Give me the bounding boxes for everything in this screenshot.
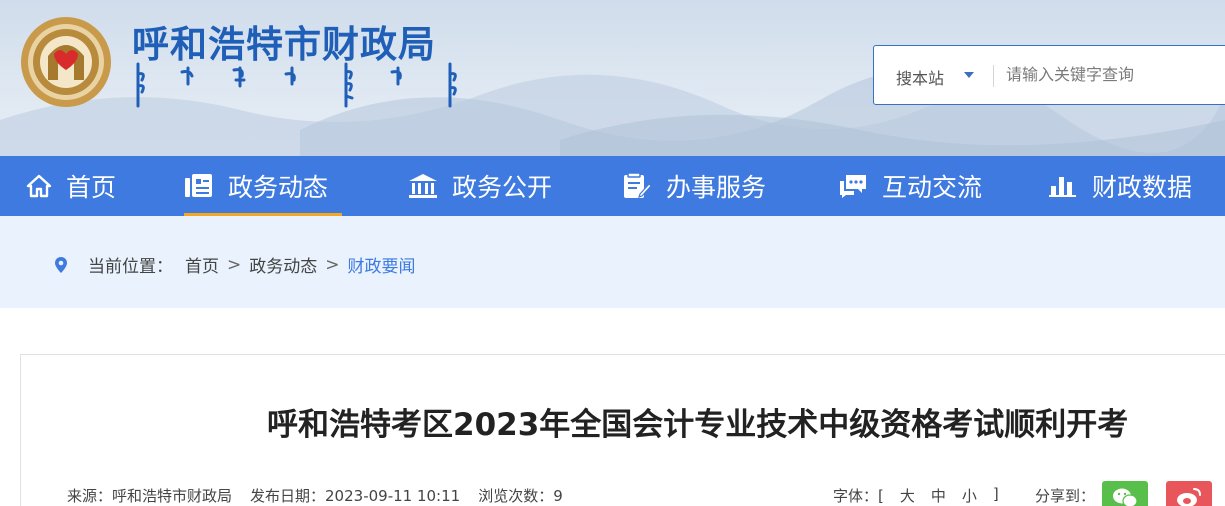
share-wechat-button[interactable] <box>1102 481 1148 506</box>
chat-icon <box>840 175 866 198</box>
breadcrumb-separator: > <box>227 254 242 275</box>
location-pin-icon <box>55 256 67 273</box>
nav-item-label: 首页 <box>66 173 117 202</box>
font-size-controls: 字体：[ 大 中 小 ] <box>833 485 999 506</box>
nav-item-label: 互动交流 <box>882 173 983 202</box>
news-icon <box>185 174 212 197</box>
article-meta: 来源：呼和浩特市财政局 发布日期：2023-09-11 10:11 浏览次数：9 <box>67 485 563 506</box>
main-nav: 首页 政务动态 政务公开 办事服务 互动交流 财政数据 <box>0 156 1225 218</box>
breadcrumb-home-link[interactable]: 首页 <box>185 252 219 277</box>
font-size-large-button[interactable]: 大 <box>900 485 915 506</box>
breadcrumb-current-link[interactable]: 财政要闻 <box>348 252 416 277</box>
nav-item-finance-data[interactable]: 财政数据 <box>1048 156 1192 216</box>
breadcrumb-prefix: 当前位置： <box>88 257 173 277</box>
article-panel: 呼和浩特考区2023年全国会计专业技术中级资格考试顺利开考 来源：呼和浩特市财政… <box>20 354 1225 506</box>
article-source: 来源：呼和浩特市财政局 <box>67 487 233 505</box>
bank-icon <box>409 174 437 198</box>
nav-item-public-affairs[interactable]: 政务公开 <box>408 156 552 216</box>
weibo-icon <box>1177 488 1201 506</box>
font-size-close-bracket: ] <box>992 485 999 503</box>
article-view-count: 浏览次数：9 <box>478 487 563 505</box>
finance-bureau-logo[interactable] <box>18 14 114 110</box>
font-size-medium-button[interactable]: 中 <box>931 485 946 506</box>
nav-item-news[interactable]: 政务动态 <box>184 156 343 218</box>
site-header: 呼和浩特市财政局 搜本站 <box>0 0 1225 156</box>
breadcrumb-bar: 当前位置： 首页 > 政务动态 > 财政要闻 <box>0 216 1225 308</box>
share-label: 分享到： <box>1035 487 1096 505</box>
search-scope-select[interactable]: 搜本站 <box>896 65 944 89</box>
nav-item-label: 财政数据 <box>1092 173 1193 202</box>
chevron-down-icon[interactable] <box>964 72 974 78</box>
nav-item-services[interactable]: 办事服务 <box>622 156 766 216</box>
home-icon <box>26 174 52 198</box>
breadcrumb-separator: > <box>325 254 340 275</box>
nav-item-label: 政务动态 <box>228 173 329 202</box>
search-box: 搜本站 <box>873 45 1225 105</box>
font-size-label: 字体：[ <box>833 487 884 505</box>
form-icon <box>624 172 652 198</box>
mongolian-script-title <box>136 62 457 108</box>
article-title: 呼和浩特考区2023年全国会计专业技术中级资格考试顺利开考 <box>267 407 1129 443</box>
share-weibo-button[interactable] <box>1166 481 1212 506</box>
nav-item-label: 办事服务 <box>666 173 767 202</box>
breadcrumb-news-link[interactable]: 政务动态 <box>249 252 317 277</box>
search-divider <box>993 65 994 87</box>
nav-item-label: 政务公开 <box>452 173 553 202</box>
bar-chart-icon <box>1049 177 1076 197</box>
nav-item-home[interactable]: 首页 <box>26 156 116 216</box>
nav-item-interaction[interactable]: 互动交流 <box>838 156 982 216</box>
font-size-small-button[interactable]: 小 <box>962 485 977 506</box>
article-publish-date: 发布日期：2023-09-11 10:11 <box>250 487 461 505</box>
wechat-icon <box>1113 488 1138 506</box>
breadcrumb: 当前位置： 首页 > 政务动态 > 财政要闻 <box>54 252 416 277</box>
search-input[interactable] <box>1006 61 1225 91</box>
